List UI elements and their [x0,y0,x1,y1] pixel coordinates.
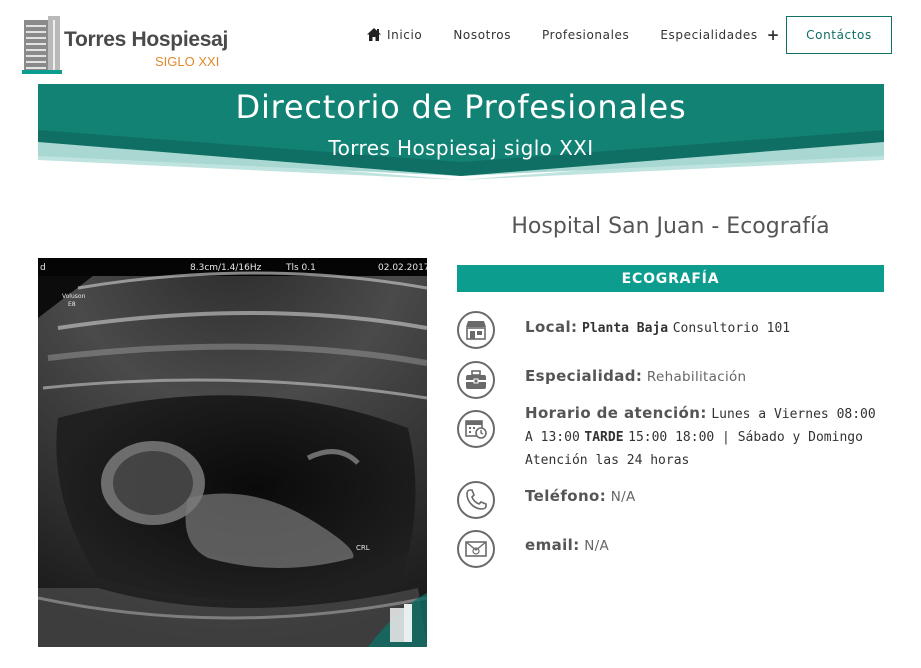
us-corner: d [40,263,46,273]
nav-nosotros[interactable]: Nosotros [453,28,511,42]
nav-nosotros-label: Nosotros [453,27,512,42]
email-value: N/A [584,538,609,554]
nav-profesionales[interactable]: Profesionales [542,28,629,42]
horario-tarde: TARDE [584,430,624,445]
telefono-label: Teléfono: [525,487,607,505]
logo-subtitle: SIGLO XXI [155,54,220,69]
ultrasound-image: d 8.3cm/1.4/16Hz Tls 0.1 02.02.2017 Volu… [38,258,427,647]
nav-especialidades[interactable]: Especialidades + [660,27,780,42]
us-params: 8.3cm/1.4/16Hz [190,263,262,273]
horario-row: Horario de atención: Lunes a Viernes 08:… [525,402,880,472]
contactos-button[interactable]: Contáctos [786,16,892,54]
briefcase-icon [457,361,495,399]
nav-inicio-label: Inicio [387,27,423,42]
especialidad-value: Rehabilitación [646,369,747,385]
nav-inicio[interactable]: Inicio [366,27,422,42]
nav-especialidades-label: Especialidades [660,27,758,42]
site-logo[interactable]: Torres Hospiesaj SIGLO XXI [22,14,232,76]
main-nav: Inicio Nosotros Profesionales Especialid… [366,27,811,42]
nav-profesionales-label: Profesionales [542,27,630,42]
local-label: Local: [525,318,578,336]
us-date: 02.02.2017 [378,263,427,273]
ultrasound-scan [38,258,427,647]
email-icon [457,530,495,568]
us-brand-sub: E8 [68,301,76,308]
home-icon [367,28,381,41]
us-crl-label: CRL [356,544,370,552]
us-tis: Tls 0.1 [286,263,316,273]
store-icon [457,311,495,349]
email-row: email: N/A [525,534,880,558]
calendar-clock-icon [457,410,495,448]
page-banner: Directorio de Profesionales Torres Hospi… [38,84,884,180]
especialidad-row: Especialidad: Rehabilitación [525,365,880,389]
plus-icon[interactable]: + [767,27,780,42]
phone-icon [457,481,495,519]
telefono-row: Teléfono: N/A [525,485,880,509]
logo-title: Torres Hospiesaj [64,28,229,51]
building-logo-icon [22,16,62,74]
page-subtitle: Torres Hospiesaj siglo XXI [328,136,594,160]
telefono-value: N/A [610,489,636,505]
email-label: email: [525,536,580,554]
local-row: Local: Planta Baja Consultorio 101 [525,316,880,340]
local-value-bold: Planta Baja [582,321,669,336]
especialidad-label: Especialidad: [525,367,643,385]
us-brand: Voluson [62,293,86,300]
watermark-logo-icon [390,604,412,642]
specialty-header: ECOGRAFÍA [457,265,884,292]
hospital-title: Hospital San Juan - Ecografía [511,214,830,239]
horario-label: Horario de atención: [525,404,707,422]
page-title: Directorio de Profesionales [235,88,687,126]
local-value: Consultorio 101 [672,321,791,336]
